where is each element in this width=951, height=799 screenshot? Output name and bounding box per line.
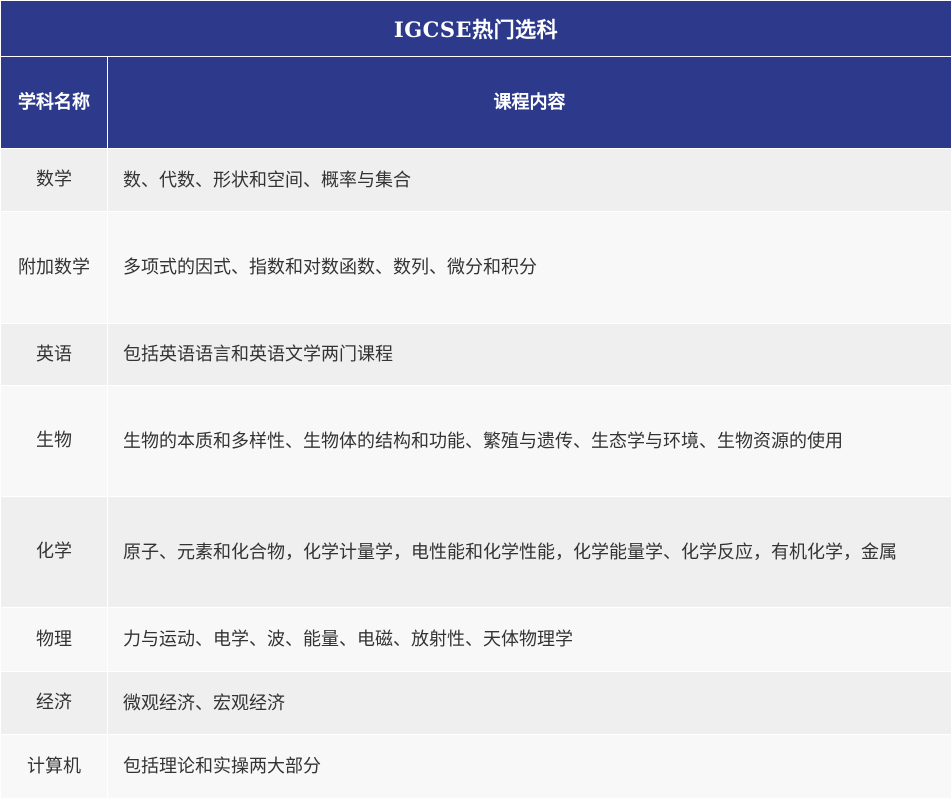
subject-name: 附加数学 <box>1 212 108 324</box>
column-header-subject: 学科名称 <box>1 57 108 149</box>
subject-name: 数学 <box>1 149 108 212</box>
subject-content: 包括理论和实操两大部分 <box>108 735 951 799</box>
table-row: 计算机 包括理论和实操两大部分 <box>1 735 951 799</box>
subject-name: 物理 <box>1 608 108 672</box>
subject-content: 力与运动、电学、波、能量、电磁、放射性、天体物理学 <box>108 608 951 672</box>
table-row: 生物 生物的本质和多样性、生物体的结构和功能、繁殖与遗传、生态学与环境、生物资源… <box>1 386 951 497</box>
table-row: 化学 原子、元素和化合物，化学计量学，电性能和化学性能，化学能量学、化学反应，有… <box>1 497 951 608</box>
subject-content: 生物的本质和多样性、生物体的结构和功能、繁殖与遗传、生态学与环境、生物资源的使用 <box>108 386 951 497</box>
column-header-content: 课程内容 <box>108 57 951 149</box>
subject-name: 生物 <box>1 386 108 497</box>
table-header-row: 学科名称 课程内容 <box>1 57 951 149</box>
subject-name: 化学 <box>1 497 108 608</box>
subject-name: 英语 <box>1 324 108 386</box>
igcse-subjects-table: IGCSE热门选科 学科名称 课程内容 数学 数、代数、形状和空间、概率与集合 … <box>0 0 951 799</box>
table-row: 物理 力与运动、电学、波、能量、电磁、放射性、天体物理学 <box>1 608 951 672</box>
subject-content: 微观经济、宏观经济 <box>108 672 951 735</box>
table-row: 英语 包括英语语言和英语文学两门课程 <box>1 324 951 386</box>
table-title-row: IGCSE热门选科 <box>1 1 951 57</box>
table-row: 数学 数、代数、形状和空间、概率与集合 <box>1 149 951 212</box>
subject-name: 计算机 <box>1 735 108 799</box>
table-row: 附加数学 多项式的因式、指数和对数函数、数列、微分和积分 <box>1 212 951 324</box>
table-row: 经济 微观经济、宏观经济 <box>1 672 951 735</box>
subject-content: 原子、元素和化合物，化学计量学，电性能和化学性能，化学能量学、化学反应，有机化学… <box>108 497 951 608</box>
subject-content: 包括英语语言和英语文学两门课程 <box>108 324 951 386</box>
subject-content: 多项式的因式、指数和对数函数、数列、微分和积分 <box>108 212 951 324</box>
table-title: IGCSE热门选科 <box>1 1 951 57</box>
subject-content: 数、代数、形状和空间、概率与集合 <box>108 149 951 212</box>
subject-name: 经济 <box>1 672 108 735</box>
